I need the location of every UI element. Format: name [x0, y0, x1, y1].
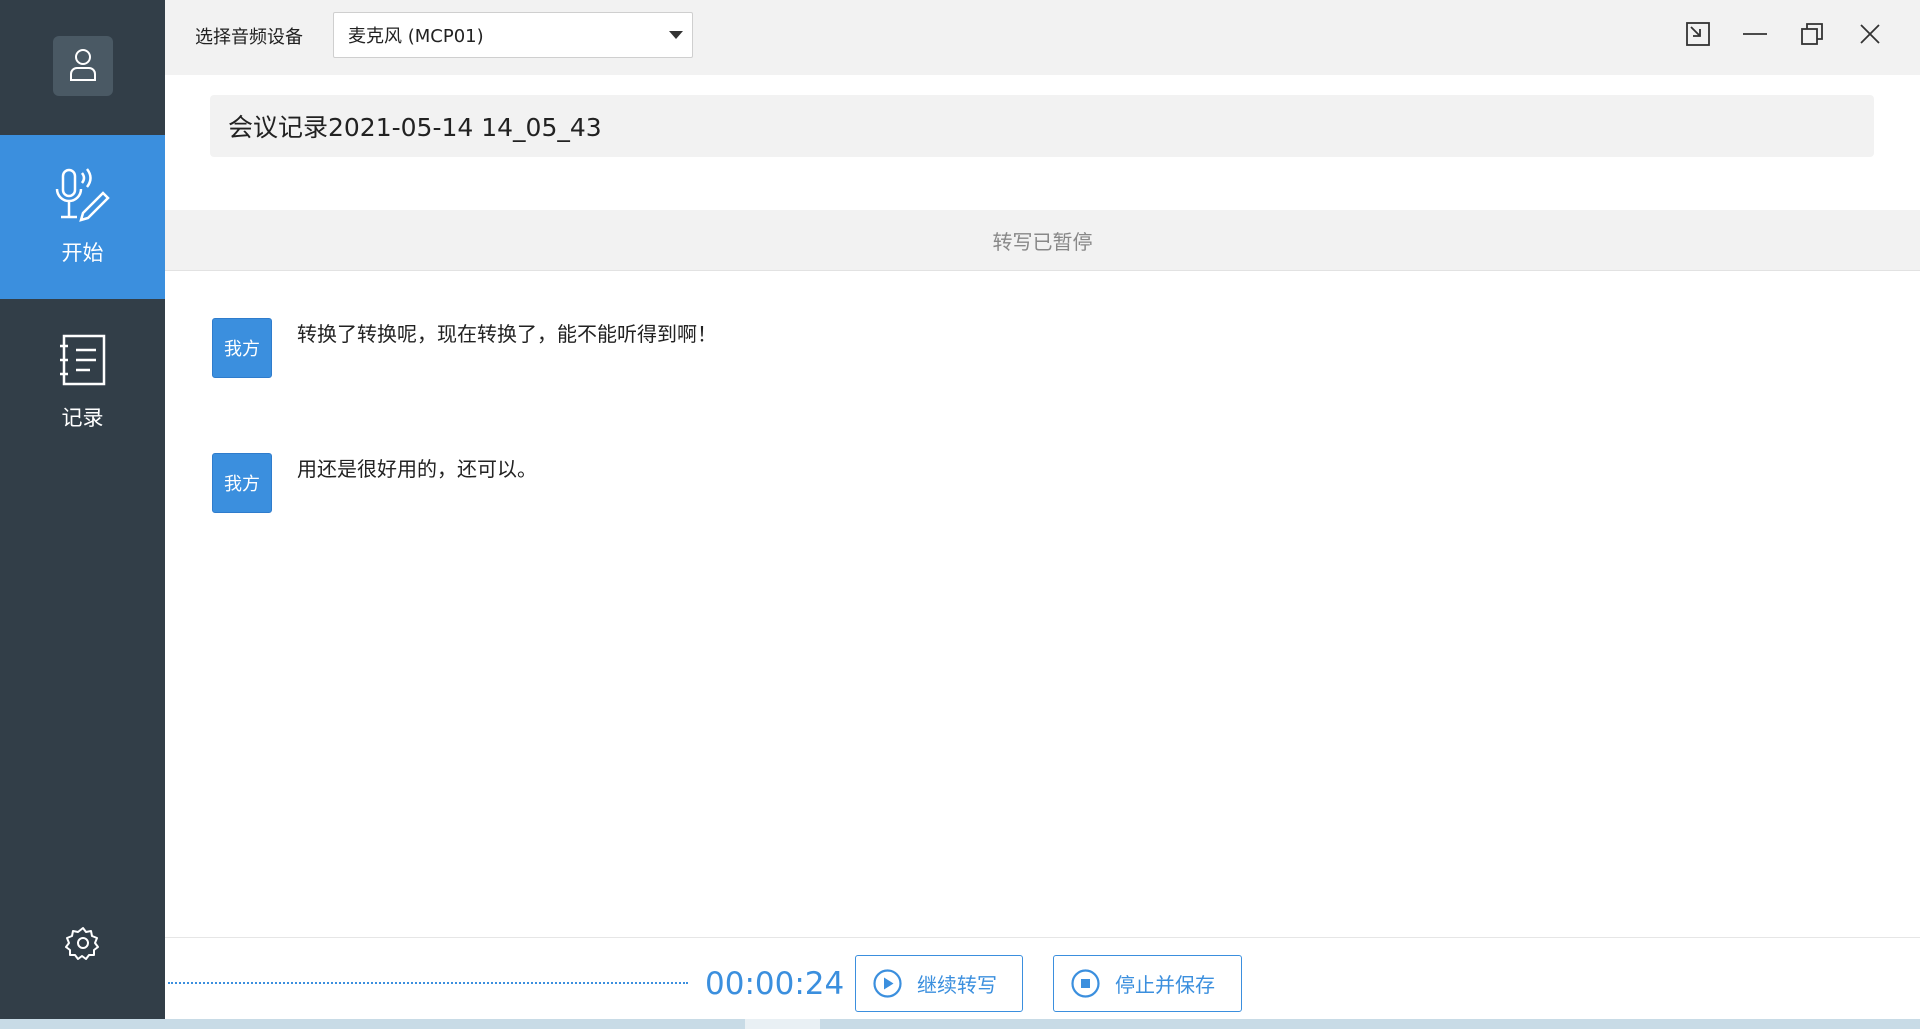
status-banner: 转写已暂停: [165, 210, 1920, 271]
sidebar-item-label: 记录: [61, 406, 104, 430]
status-text: 转写已暂停: [992, 229, 1093, 254]
audio-waveform: [168, 982, 688, 984]
notebook-icon: [58, 332, 108, 392]
pin-window-button[interactable]: [1678, 16, 1718, 56]
pin-window-icon: [1685, 21, 1711, 51]
close-icon: [1857, 21, 1883, 51]
audio-device-select[interactable]: 麦克风 (MCP01): [333, 12, 693, 58]
microphone-pen-icon: [53, 167, 113, 227]
minimize-button[interactable]: [1735, 16, 1775, 56]
transcript-text: 用还是很好用的，还可以。: [297, 457, 537, 481]
resume-label: 继续转写: [917, 973, 997, 997]
sidebar-item-records[interactable]: 记录: [0, 300, 165, 464]
meeting-title-input[interactable]: [210, 95, 1874, 157]
avatar[interactable]: [53, 36, 113, 96]
sidebar-item-label: 开始: [61, 241, 104, 265]
bottom-bar: 00:00:24 继续转写 停止并保存: [165, 937, 1920, 1020]
top-bar: 选择音频设备 麦克风 (MCP01): [165, 0, 1920, 75]
user-icon: [68, 46, 98, 86]
sidebar-item-start[interactable]: 开始: [0, 135, 165, 299]
device-label: 选择音频设备: [195, 27, 303, 48]
restore-icon: [1799, 21, 1825, 51]
stop-circle-icon: [1070, 968, 1101, 999]
transcript-text: 转换了转换呢，现在转换了，能不能听得到啊！: [297, 322, 717, 346]
audio-device-value: 麦克风 (MCP01): [348, 26, 484, 47]
stop-and-save-button[interactable]: 停止并保存: [1053, 955, 1242, 1012]
settings-button[interactable]: [62, 924, 104, 966]
stop-label: 停止并保存: [1115, 973, 1215, 997]
close-button[interactable]: [1850, 16, 1890, 56]
speaker-badge: 我方: [212, 318, 272, 378]
play-circle-icon: [872, 968, 903, 999]
minimize-icon: [1742, 21, 1768, 51]
resume-transcription-button[interactable]: 继续转写: [855, 955, 1023, 1012]
restore-button[interactable]: [1792, 16, 1832, 56]
sidebar: 开始 记录: [0, 0, 165, 1029]
bottom-strip-segment: [745, 1019, 820, 1029]
speaker-badge: 我方: [212, 453, 272, 513]
chevron-down-icon: [669, 31, 683, 39]
recording-timer: 00:00:24: [705, 966, 845, 1002]
bottom-strip: [0, 1019, 1920, 1029]
gear-icon: [65, 925, 101, 965]
